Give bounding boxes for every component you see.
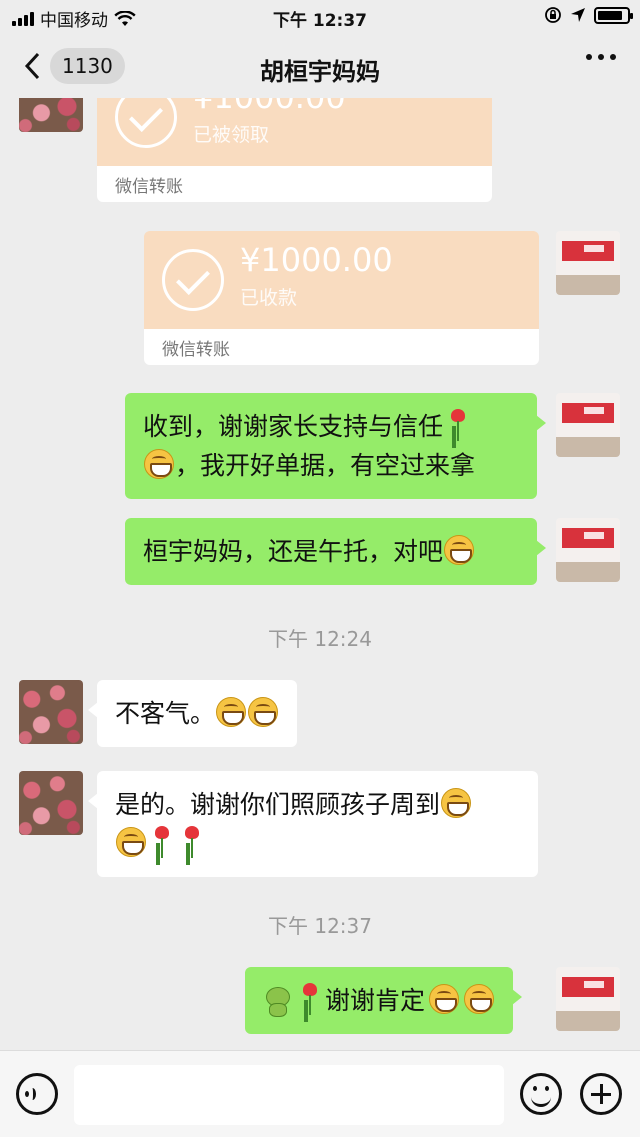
location-icon [571, 8, 585, 22]
rose-icon [151, 826, 173, 858]
transfer-card-body: ¥1000.00 已被领取 [97, 98, 492, 166]
transfer-card-body: ¥1000.00 已收款 [144, 231, 539, 329]
voice-input-button[interactable] [16, 1073, 58, 1115]
chat-area[interactable]: ¥1000.00 已被领取 微信转账 ¥1000.00 已收款 微信转账 收到，… [0, 98, 640, 1050]
grin-emoji-icon [116, 827, 146, 857]
transfer-card-received[interactable]: ¥1000.00 已被领取 微信转账 [97, 98, 492, 202]
chat-title: 胡桓宇妈妈 [260, 58, 380, 86]
more-functions-button[interactable] [580, 1073, 622, 1115]
message-bubble-received[interactable]: 不客气。 [87, 680, 298, 747]
transfer-status: 已收款 [240, 287, 298, 309]
contact-avatar[interactable] [19, 98, 83, 132]
transfer-amount: ¥1000.00 [193, 98, 346, 116]
my-avatar[interactable] [556, 967, 620, 1031]
grin-emoji-icon [464, 984, 495, 1014]
grin-emoji-icon [144, 449, 174, 479]
more-dot-icon [598, 54, 604, 60]
rose-icon [447, 409, 469, 441]
grin-emoji-icon [248, 697, 279, 727]
check-icon [115, 98, 177, 148]
message-text: ，我开好单据，有空过来拿 [175, 451, 476, 480]
status-bar: 中国移动 下午 12:37 [0, 0, 640, 34]
message-bubble-sent[interactable]: 桓宇妈妈，还是午托，对吧 [125, 518, 546, 585]
message-text: 谢谢肯定 [325, 986, 426, 1015]
rose-icon [181, 826, 203, 858]
transfer-footer: 微信转账 [144, 329, 539, 365]
transfer-status: 已被领取 [193, 124, 270, 146]
transfer-card-sent[interactable]: ¥1000.00 已收款 微信转账 [144, 231, 539, 365]
battery-icon [594, 6, 633, 24]
status-right [544, 6, 633, 24]
message-text: 收到，谢谢家长支持与信任 [143, 412, 444, 441]
frog-icon [263, 985, 291, 1017]
nav-bar: 1130 胡桓宇妈妈 [0, 34, 640, 98]
my-avatar[interactable] [556, 518, 620, 582]
grin-emoji-icon [444, 535, 475, 565]
transfer-amount: ¥1000.00 [240, 241, 393, 279]
timestamp: 下午 12:24 [268, 627, 372, 651]
more-dot-icon [610, 54, 616, 60]
contact-avatar[interactable] [19, 771, 83, 835]
message-input[interactable] [74, 1065, 504, 1125]
more-dot-icon [586, 54, 592, 60]
my-avatar[interactable] [556, 393, 620, 457]
message-bubble-received[interactable]: 是的。谢谢你们照顾孩子周到 [88, 771, 538, 877]
message-bubble-sent[interactable]: 谢谢肯定 [245, 967, 523, 1034]
rose-icon [299, 983, 321, 1015]
message-text: 桓宇妈妈，还是午托，对吧 [143, 537, 444, 566]
message-bubble-sent[interactable]: 收到，谢谢家长支持与信任 ，我开好单据，有空过来拿 [125, 393, 546, 499]
emoji-button[interactable] [520, 1073, 562, 1115]
grin-emoji-icon [429, 984, 460, 1014]
my-avatar[interactable] [556, 231, 620, 295]
grin-emoji-icon [216, 697, 247, 727]
grin-emoji-icon [441, 788, 472, 818]
check-icon [162, 249, 224, 311]
timestamp: 下午 12:37 [268, 914, 372, 938]
message-text: 不客气。 [115, 699, 216, 728]
more-button[interactable] [586, 54, 616, 60]
transfer-footer: 微信转账 [97, 166, 492, 202]
contact-avatar[interactable] [19, 680, 83, 744]
input-bar [0, 1050, 640, 1137]
orientation-lock-icon [545, 7, 561, 23]
message-text: 是的。谢谢你们照顾孩子周到 [115, 790, 441, 819]
